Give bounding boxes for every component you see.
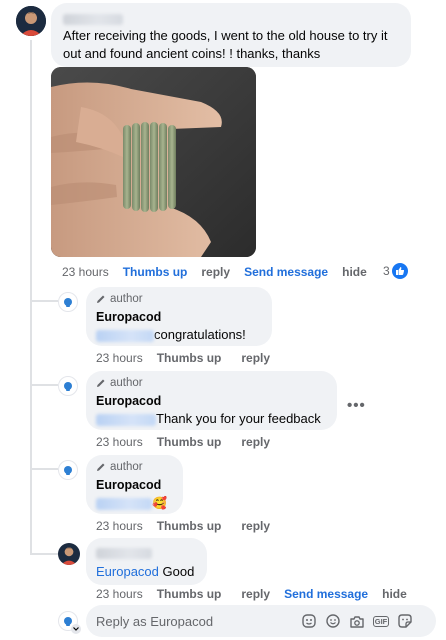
reply-bubble: author Europacod Thank you for your feed… (86, 371, 337, 430)
author-badge: author (96, 377, 327, 389)
smiley-icon[interactable] (325, 613, 341, 629)
page-avatar[interactable] (58, 376, 78, 396)
send-message-button[interactable]: Send message (284, 587, 368, 601)
page-avatar[interactable] (58, 292, 78, 312)
mention-blurred[interactable] (96, 497, 152, 510)
reply-button[interactable]: reply (201, 265, 230, 279)
commenter-name-blurred[interactable] (63, 11, 399, 26)
author-badge: author (96, 293, 262, 305)
mention-link[interactable]: Europacod (96, 564, 159, 579)
author-badge: author (96, 461, 173, 473)
author-label: author (110, 461, 143, 473)
like-button[interactable]: Thumbs up (157, 435, 222, 449)
main-comment-text: After receiving the goods, I went to the… (63, 28, 388, 61)
like-button[interactable]: Thumbs up (157, 519, 222, 533)
user-reply-actions: 23 hours Thumbs up reply Send message hi… (96, 587, 421, 601)
reply-connector (30, 468, 58, 470)
main-comment-actions: 23 hours Thumbs up reply Send message hi… (62, 265, 381, 279)
reply-actions: 23 hours Thumbs up reply (96, 435, 284, 449)
reply-button[interactable]: reply (241, 587, 270, 601)
commenter-name-blurred[interactable] (96, 545, 197, 560)
avatar-sticker-icon[interactable] (301, 613, 317, 629)
user-reply-message: Good (162, 564, 195, 579)
emoji: 🥰 (152, 496, 167, 510)
reply-input[interactable] (96, 613, 301, 629)
reply-bubble: author Europacod 🥰 (86, 455, 183, 514)
mention-blurred[interactable] (96, 329, 154, 342)
reply-text: Thank you for your feedback (96, 410, 327, 428)
chevron-down-icon[interactable] (71, 624, 81, 634)
hide-button[interactable]: hide (342, 265, 367, 279)
composer-tools: GIF (301, 613, 413, 629)
sticker-icon[interactable] (397, 613, 413, 629)
reaction-summary[interactable]: 3 (383, 263, 408, 279)
like-button[interactable]: Thumbs up (157, 587, 222, 601)
reply-composer[interactable]: GIF (86, 605, 436, 637)
reply-text: congratulations! (96, 326, 262, 344)
author-label: author (110, 377, 143, 389)
reply-time[interactable]: 23 hours (96, 351, 143, 365)
more-options-button[interactable]: ••• (347, 397, 366, 414)
main-comment-bubble: After receiving the goods, I went to the… (51, 3, 411, 67)
like-button[interactable]: Thumbs up (123, 265, 188, 279)
author-label: author (110, 293, 143, 305)
reply-button[interactable]: reply (241, 351, 270, 365)
like-button[interactable]: Thumbs up (157, 351, 222, 365)
pencil-icon (97, 295, 105, 303)
reply-connector (30, 300, 58, 302)
mention-blurred[interactable] (96, 413, 156, 426)
reply-connector (30, 520, 32, 554)
pencil-icon (97, 379, 105, 387)
reply-connector (30, 553, 58, 555)
reply-button[interactable]: reply (241, 519, 270, 533)
reply-author-name[interactable]: Europacod (96, 310, 262, 324)
reply-author-name[interactable]: Europacod (96, 394, 327, 408)
user-reply-text: Europacod Good (96, 563, 197, 581)
reply-time[interactable]: 23 hours (96, 435, 143, 449)
reply-actions: 23 hours Thumbs up reply (96, 351, 284, 365)
reply-author-name[interactable]: Europacod (96, 478, 173, 492)
reply-actions: 23 hours Thumbs up reply (96, 519, 284, 533)
user-reply-bubble: Europacod Good (86, 538, 207, 585)
pencil-icon (97, 463, 105, 471)
commenter-avatar[interactable] (58, 543, 80, 565)
comment-time[interactable]: 23 hours (62, 265, 109, 279)
commenter-avatar[interactable] (16, 6, 46, 36)
thumbs-up-icon (391, 263, 408, 279)
reply-time[interactable]: 23 hours (96, 587, 143, 601)
reply-time[interactable]: 23 hours (96, 519, 143, 533)
comment-photo[interactable] (51, 67, 256, 257)
reply-text: 🥰 (96, 494, 173, 512)
page-avatar[interactable] (58, 460, 78, 480)
gif-icon[interactable]: GIF (372, 613, 390, 629)
reply-button[interactable]: reply (241, 435, 270, 449)
reply-connector (30, 384, 58, 386)
reaction-count: 3 (383, 264, 390, 278)
reply-bubble: author Europacod congratulations! (86, 287, 272, 346)
hide-button[interactable]: hide (382, 587, 407, 601)
camera-icon[interactable] (349, 613, 365, 629)
send-message-button[interactable]: Send message (244, 265, 328, 279)
thread-line (30, 40, 32, 520)
